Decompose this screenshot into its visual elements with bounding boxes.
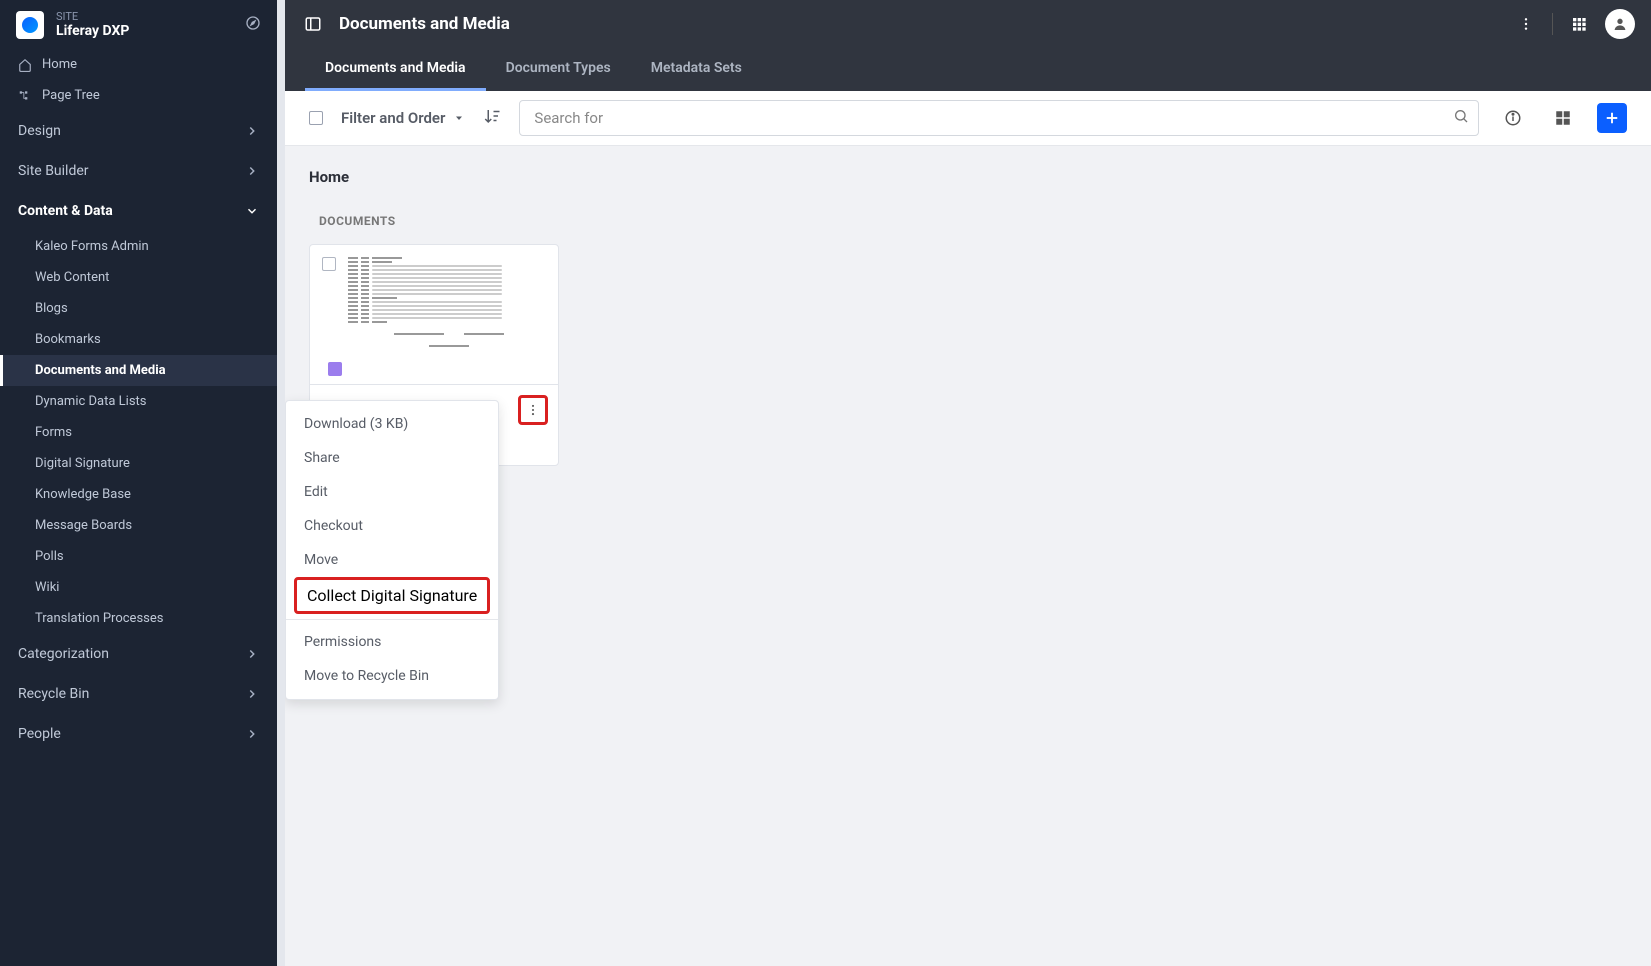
section-design[interactable]: Design [0,111,277,151]
info-icon[interactable] [1497,102,1529,134]
section-people[interactable]: People [0,714,277,754]
sidebar-item-knowledge-base[interactable]: Knowledge Base [0,479,277,510]
tab-document-types[interactable]: Document Types [486,48,631,91]
menu-move-recycle[interactable]: Move to Recycle Bin [286,659,498,693]
section-recycle-bin-label: Recycle Bin [18,686,89,702]
section-categorization[interactable]: Categorization [0,634,277,674]
nav-home[interactable]: Home [0,49,277,80]
menu-move[interactable]: Move [286,543,498,577]
breadcrumb[interactable]: Home [309,168,1627,186]
sidebar: SITE Liferay DXP Home Page Tree Design S… [0,0,277,966]
context-menu: Download (3 KB) Share Edit Checkout Move… [285,400,499,700]
document-checkbox[interactable] [322,257,336,271]
chevron-right-icon [245,164,259,178]
site-name: Liferay DXP [56,23,233,39]
apps-grid-icon[interactable] [1567,12,1591,36]
search-input[interactable] [519,100,1479,136]
user-avatar[interactable] [1605,9,1635,39]
sidebar-item-kaleo[interactable]: Kaleo Forms Admin [0,231,277,262]
caret-down-icon [453,112,465,124]
menu-share[interactable]: Share [286,441,498,475]
menu-permissions[interactable]: Permissions [286,625,498,659]
toolbar: Filter and Order [285,91,1651,146]
chevron-down-icon [245,204,259,218]
document-preview [310,245,558,385]
sidebar-item-dynamic-data[interactable]: Dynamic Data Lists [0,386,277,417]
sidebar-item-web-content[interactable]: Web Content [0,262,277,293]
sidebar-item-documents-media[interactable]: Documents and Media [0,355,277,386]
menu-download[interactable]: Download (3 KB) [286,407,498,441]
section-people-label: People [18,726,61,742]
sort-button[interactable] [483,107,501,129]
content: Home DOCUMENTS [285,146,1651,966]
section-categorization-label: Categorization [18,646,109,662]
main: Documents and Media Documents and Media … [277,0,1651,966]
tree-icon [18,89,32,103]
chevron-right-icon [245,647,259,661]
chevron-right-icon [245,727,259,741]
tabs: Documents and Media Document Types Metad… [285,48,1651,91]
select-all-checkbox[interactable] [309,111,323,125]
site-info: SITE Liferay DXP [56,10,233,39]
section-site-builder-label: Site Builder [18,163,89,179]
logo[interactable] [16,11,44,39]
tab-documents-media[interactable]: Documents and Media [305,48,486,91]
menu-edit[interactable]: Edit [286,475,498,509]
compass-icon[interactable] [245,15,261,35]
view-grid-icon[interactable] [1547,102,1579,134]
sidebar-item-digital-signature[interactable]: Digital Signature [0,448,277,479]
filter-order-dropdown[interactable]: Filter and Order [341,109,465,127]
sidebar-item-message-boards[interactable]: Message Boards [0,510,277,541]
section-label: DOCUMENTS [309,214,1627,228]
search-icon[interactable] [1453,108,1469,128]
chevron-right-icon [245,124,259,138]
sidebar-item-blogs[interactable]: Blogs [0,293,277,324]
sidebar-header: SITE Liferay DXP [0,0,277,49]
add-button[interactable] [1597,103,1627,133]
sidebar-item-polls[interactable]: Polls [0,541,277,572]
panel-toggle-icon[interactable] [301,12,325,36]
section-site-builder[interactable]: Site Builder [0,151,277,191]
document-more-button[interactable] [518,395,548,425]
sidebar-item-wiki[interactable]: Wiki [0,572,277,603]
section-design-label: Design [18,123,61,139]
site-label: SITE [56,10,233,23]
tab-metadata-sets[interactable]: Metadata Sets [631,48,762,91]
section-recycle-bin[interactable]: Recycle Bin [0,674,277,714]
menu-divider [286,619,498,620]
document-thumbnail [318,253,550,376]
search-wrap [519,100,1479,136]
divider [1552,13,1553,35]
menu-checkout[interactable]: Checkout [286,509,498,543]
chevron-right-icon [245,687,259,701]
file-type-badge [328,362,342,376]
section-content-data-label: Content & Data [18,203,113,219]
nav-home-label: Home [42,57,77,72]
topbar-right [1514,9,1635,39]
sidebar-item-translation[interactable]: Translation Processes [0,603,277,634]
topbar-more-icon[interactable] [1514,12,1538,36]
nav-page-tree[interactable]: Page Tree [0,80,277,111]
topbar: Documents and Media [285,0,1651,48]
menu-collect-signature[interactable]: Collect Digital Signature [294,577,490,614]
sidebar-item-bookmarks[interactable]: Bookmarks [0,324,277,355]
page-title: Documents and Media [339,14,1500,34]
section-content-data[interactable]: Content & Data [0,191,277,231]
nav-page-tree-label: Page Tree [42,88,100,103]
sidebar-item-forms[interactable]: Forms [0,417,277,448]
home-icon [18,58,32,72]
